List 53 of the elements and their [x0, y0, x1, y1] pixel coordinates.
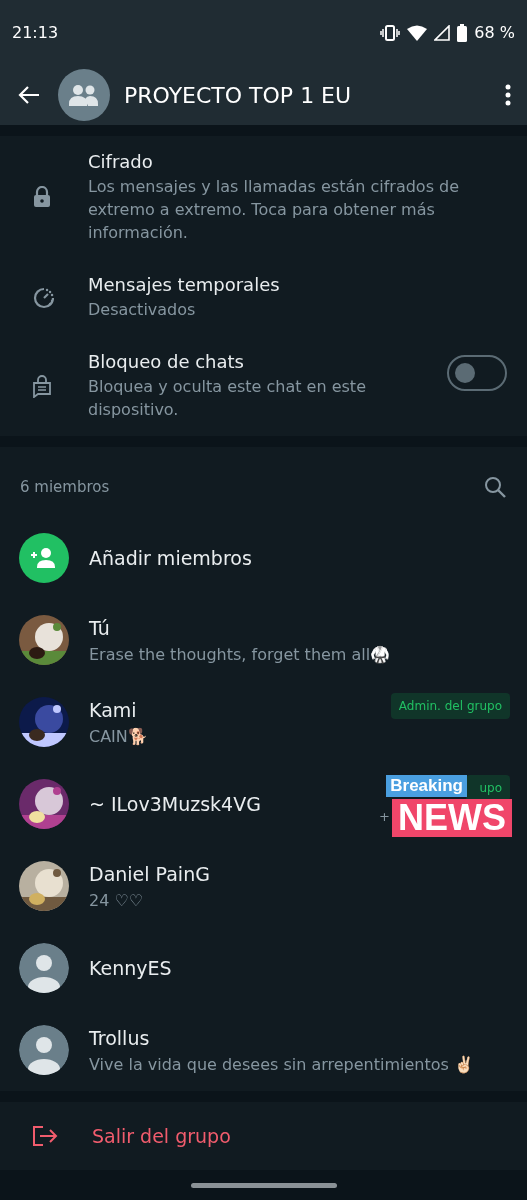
members-count: 6 miembros — [20, 478, 110, 496]
group-title: PROYECTO TOP 1 EU — [124, 82, 353, 108]
member-status: Erase the thoughts, forget them all🥋 — [89, 644, 392, 664]
member-status: Vive la vida que desees sin arrepentimientos ✌🏻 — [89, 1054, 475, 1074]
setting-row[interactable]: Cifrado Los mensajes y las llamadas están cifrados de extremo a extremo. Toca para obtener más información. — [0, 136, 527, 259]
battery-icon — [457, 23, 468, 42]
wifi-icon — [407, 24, 428, 41]
member-row[interactable]: Kami CAIN🐕 Admin. del grupo — [0, 681, 527, 763]
add-members-row[interactable]: Añadir miembros — [0, 517, 527, 599]
add-person-icon — [19, 533, 69, 583]
setting-title: Mensajes temporales — [88, 274, 281, 295]
setting-description: Los mensajes y las llamadas están cifrados de extremo a extremo. Toca para obtener más información. — [88, 176, 461, 244]
setting-title: Bloqueo de chats — [88, 351, 245, 372]
battery-percent: 68 % — [474, 23, 515, 42]
member-name: Daniel PainG — [89, 862, 211, 885]
back-arrow-icon — [18, 84, 40, 106]
chat-lock-icon — [32, 374, 54, 398]
member-name: Tú — [89, 616, 111, 639]
member-row[interactable]: Tú Erase the thoughts, forget them all🥋 — [0, 599, 527, 681]
member-row[interactable]: Trollus Vive la vida que desees sin arrepentimientos ✌🏻 — [0, 1009, 527, 1091]
member-name: ~ ILov3Muzsk4VG — [89, 793, 262, 815]
member-name: Trollus — [89, 1026, 151, 1049]
add-members-label: Añadir miembros — [89, 547, 252, 569]
setting-row[interactable]: Bloqueo de chats Bloquea y oculta este chat en este dispositivo. — [0, 336, 527, 436]
exit-icon — [32, 1125, 58, 1147]
member-row[interactable]: ~ ILov3Muzsk4VG Breaking upo + NEWS — [0, 763, 527, 845]
default-avatar-icon — [19, 1025, 69, 1075]
admin-tag: Admin. del grupo — [390, 693, 510, 719]
member-name: Kami — [89, 698, 138, 721]
group-avatar-icon — [58, 69, 110, 121]
setting-description: Bloquea y oculta este chat en este dispositivo. — [88, 376, 367, 421]
setting-description: Desactivados — [88, 299, 197, 321]
exit-group-label: Salir del grupo — [92, 1125, 231, 1147]
home-handle[interactable] — [190, 1182, 337, 1188]
phone-number: + — [379, 809, 390, 824]
default-avatar-icon — [19, 943, 69, 993]
exit-group-row[interactable]: Salir del grupo — [0, 1102, 527, 1170]
sticker-text: NEWS — [392, 799, 512, 837]
clock-time: 21:13 — [12, 23, 59, 42]
vibrate-icon — [380, 23, 401, 42]
member-status: CAIN🐕 — [89, 726, 149, 746]
member-row[interactable]: Daniel PainG 24 ♡♡ — [0, 845, 527, 927]
member-name: KennyES — [89, 957, 173, 979]
member-status: 24 ♡♡ — [89, 890, 145, 910]
sticker-text: Breaking — [386, 775, 467, 797]
setting-row[interactable]: Mensajes temporales Desactivados — [0, 259, 527, 336]
signal-icon — [434, 24, 451, 41]
setting-title: Cifrado — [88, 151, 154, 172]
more-icon — [505, 84, 511, 106]
timer-icon — [32, 285, 54, 310]
member-row[interactable]: KennyES — [0, 927, 527, 1009]
chat-lock-switch[interactable] — [447, 355, 507, 391]
search-icon — [483, 475, 507, 499]
